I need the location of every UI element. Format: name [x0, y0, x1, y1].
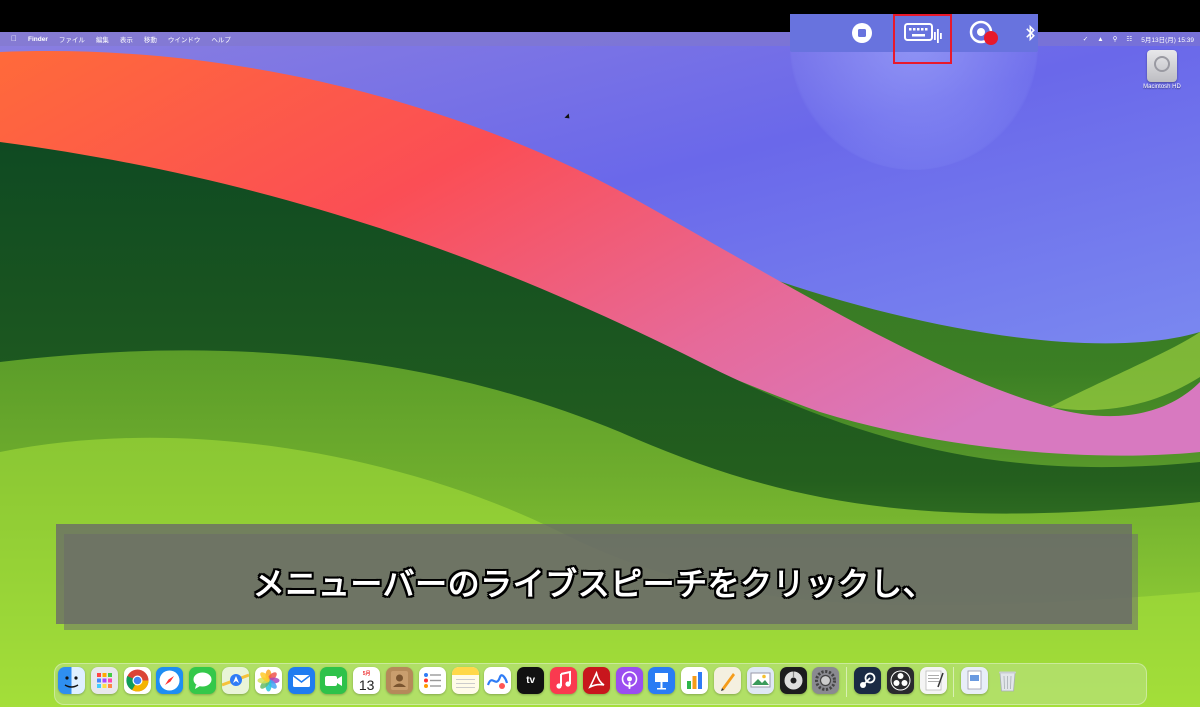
search-icon[interactable]: ⚲: [1113, 35, 1118, 43]
menu-window[interactable]: ウインドウ: [168, 34, 201, 44]
hard-drive-icon: [1147, 50, 1177, 82]
bluetooth-icon[interactable]: [1024, 14, 1038, 52]
pages-icon[interactable]: [713, 667, 741, 694]
launchpad-icon[interactable]: [90, 667, 118, 694]
caption-box: メニューバーのライブスピーチをクリックし、: [56, 524, 1132, 624]
menu-date-time[interactable]: 5月13日(月) 15:39: [1141, 34, 1194, 44]
screen-record-icon[interactable]: [964, 14, 1004, 52]
menu-go[interactable]: 移動: [144, 34, 157, 44]
chrome-icon[interactable]: [123, 667, 151, 694]
notes-icon[interactable]: [451, 667, 479, 694]
stop-record-icon[interactable]: [846, 14, 878, 52]
obs-icon[interactable]: [886, 667, 914, 694]
keynote-icon[interactable]: [648, 667, 676, 694]
textedit-icon[interactable]: [919, 667, 947, 694]
menu-view[interactable]: 表示: [120, 34, 133, 44]
downloads-stack-icon[interactable]: [961, 667, 989, 694]
trash-icon[interactable]: [994, 667, 1021, 694]
menu-edit[interactable]: 編集: [96, 34, 109, 44]
apple-tv-label: tv: [526, 675, 536, 686]
acrobat-icon[interactable]: [582, 667, 610, 694]
messages-icon[interactable]: [189, 667, 217, 694]
safari-icon[interactable]: [156, 667, 184, 694]
photos-icon[interactable]: [254, 667, 282, 694]
wifi-icon[interactable]: ▲: [1097, 36, 1103, 43]
macintosh-hd-drive[interactable]: Macintosh HD: [1134, 50, 1190, 90]
reminders-icon[interactable]: [418, 667, 446, 694]
menu-help[interactable]: ヘルプ: [211, 34, 231, 44]
numbers-icon[interactable]: [681, 667, 709, 694]
menu-app-name[interactable]: Finder: [28, 36, 48, 43]
highlight-box: [893, 14, 952, 64]
bluetooth-menu-icon[interactable]: ✓: [1083, 35, 1088, 43]
system-settings-icon[interactable]: [812, 667, 840, 694]
caption-text: メニューバーのライブスピーチをクリックし、: [252, 565, 936, 603]
dock-items: 5月 13 tv: [58, 667, 1021, 697]
mail-icon[interactable]: [287, 667, 315, 694]
podcasts-icon[interactable]: [615, 667, 643, 694]
freeform-icon[interactable]: [484, 667, 512, 694]
finder-icon[interactable]: [58, 667, 85, 694]
dock-separator: [846, 667, 848, 697]
contacts-icon[interactable]: [385, 667, 413, 694]
maps-icon[interactable]: [221, 667, 249, 694]
steam-icon[interactable]: [853, 667, 881, 694]
dock-separator-2: [953, 667, 955, 697]
menu-file[interactable]: ファイル: [59, 34, 85, 44]
calendar-day: 13: [358, 676, 375, 693]
disk-utility-icon[interactable]: [779, 667, 807, 694]
facetime-icon[interactable]: [320, 667, 348, 694]
drive-label: Macintosh HD: [1143, 84, 1181, 90]
calendar-icon[interactable]: 5月 13: [353, 667, 381, 694]
apple-icon[interactable]: : [11, 35, 17, 43]
preview-icon[interactable]: [746, 667, 774, 694]
apple-tv-icon[interactable]: tv: [517, 667, 545, 694]
music-icon[interactable]: [549, 667, 577, 694]
control-center-icon[interactable]: ☷: [1126, 35, 1132, 43]
